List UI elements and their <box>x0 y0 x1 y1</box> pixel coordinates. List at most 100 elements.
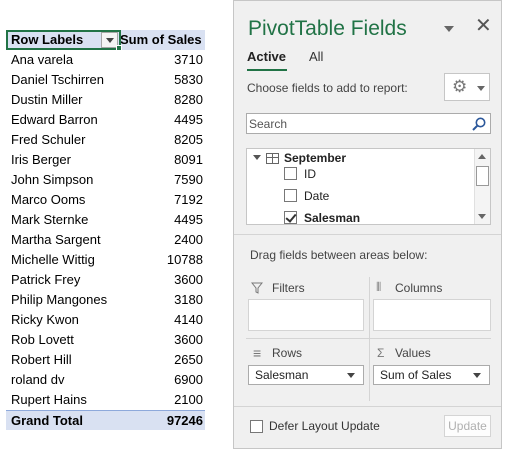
table-icon <box>266 153 279 164</box>
table-row[interactable]: Mark Sternke 4495 <box>6 210 205 230</box>
columns-drop-area[interactable] <box>373 299 491 331</box>
field-list: September ID Date Salesman <box>246 148 491 225</box>
footer-divider <box>234 406 501 407</box>
field-item-salesman[interactable]: Salesman <box>247 209 475 225</box>
sum-of-sales-cell: 4495 <box>174 112 203 127</box>
sum-of-sales-cell: 2100 <box>174 392 203 407</box>
defer-layout-checkbox[interactable] <box>250 420 263 433</box>
columns-area-title: Columns <box>395 281 443 295</box>
row-label-cell: Ana varela <box>11 52 74 67</box>
areas-vertical-divider <box>369 277 370 401</box>
field-item-id[interactable]: ID <box>247 165 475 183</box>
columns-icon: ⦀ <box>376 280 382 294</box>
field-checkbox-date[interactable] <box>284 189 297 202</box>
row-label-cell: Marco Ooms <box>11 192 86 207</box>
table-row[interactable]: John Simpson 7590 <box>6 170 205 190</box>
scroll-down-icon[interactable] <box>478 214 486 219</box>
sum-of-sales-cell: 8205 <box>174 132 203 147</box>
table-row[interactable]: Edward Barron 4495 <box>6 110 205 130</box>
table-row[interactable]: Rob Lovett 3600 <box>6 330 205 350</box>
table-row[interactable]: Michelle Wittig 10788 <box>6 250 205 270</box>
values-area-title: Values <box>395 346 431 360</box>
pane-options-arrow-icon[interactable] <box>444 26 454 32</box>
field-checkbox-id[interactable] <box>284 167 297 180</box>
choose-fields-label: Choose fields to add to report: <box>247 81 408 95</box>
table-row[interactable]: Dustin Miller 8280 <box>6 90 205 110</box>
table-row[interactable]: Philip Mangones 3180 <box>6 290 205 310</box>
values-field-label: Sum of Sales <box>380 368 452 382</box>
pivot-header-row: Row Labels Sum of Sales <box>6 30 205 51</box>
table-row[interactable]: Marco Ooms 7192 <box>6 190 205 210</box>
tools-button[interactable]: ⚙ <box>444 73 490 101</box>
tab-all[interactable]: All <box>309 49 323 64</box>
row-label-cell: roland dv <box>11 372 65 387</box>
chevron-down-icon[interactable] <box>347 373 355 378</box>
areas-horizontal-divider <box>246 338 491 339</box>
scroll-thumb[interactable] <box>476 166 489 186</box>
table-row[interactable]: Daniel Tschirren 5830 <box>6 70 205 90</box>
sum-of-sales-cell: 5830 <box>174 72 203 87</box>
pane-title: PivotTable Fields <box>248 17 407 40</box>
sum-of-sales-cell: 10788 <box>166 252 203 267</box>
defer-layout-label[interactable]: Defer Layout Update <box>269 419 380 433</box>
rows-icon: ≡ <box>253 345 262 361</box>
chevron-down-icon[interactable] <box>473 373 481 378</box>
row-label-cell: Edward Barron <box>11 112 98 127</box>
field-label-salesman: Salesman <box>304 211 361 225</box>
pivot-table: Row Labels Sum of Sales Ana varela 3710 Da… <box>6 30 205 430</box>
grand-total-value: 97246 <box>166 413 203 428</box>
sum-of-sales-header[interactable]: Sum of Sales <box>120 30 204 50</box>
sum-of-sales-cell: 7590 <box>174 172 203 187</box>
pane-splitter[interactable] <box>234 234 501 235</box>
row-label-cell: Mark Sternke <box>11 212 89 227</box>
search-box[interactable] <box>246 113 491 134</box>
sum-of-sales-cell: 4140 <box>174 312 203 327</box>
tab-active[interactable]: Active <box>247 49 286 64</box>
row-label-cell: Fred Schuler <box>11 132 86 147</box>
values-field-sum-of-sales[interactable]: Sum of Sales <box>373 365 490 385</box>
chevron-down-icon <box>477 86 485 91</box>
rows-field-label: Salesman <box>255 368 309 382</box>
row-label-cell: Rupert Hains <box>11 392 87 407</box>
row-label-cell: Patrick Frey <box>11 272 81 287</box>
table-row[interactable]: Iris Berger 8091 <box>6 150 205 170</box>
close-icon[interactable]: ✕ <box>475 16 492 36</box>
row-label-cell: Philip Mangones <box>11 292 108 307</box>
sum-of-sales-cell: 3600 <box>174 272 203 287</box>
row-label-cell: Daniel Tschirren <box>11 72 104 87</box>
active-cell-selection <box>6 30 121 50</box>
rows-field-salesman[interactable]: Salesman <box>248 365 364 385</box>
collapse-triangle-icon[interactable] <box>253 155 261 160</box>
row-label-cell: Dustin Miller <box>11 92 83 107</box>
table-row[interactable]: Ricky Kwon 4140 <box>6 310 205 330</box>
table-row[interactable]: Fred Schuler 8205 <box>6 130 205 150</box>
scroll-up-icon[interactable] <box>478 154 486 159</box>
search-icon[interactable] <box>471 116 487 132</box>
table-row[interactable]: Robert Hill 2650 <box>6 350 205 370</box>
grand-total-row[interactable]: Grand Total 97246 <box>6 410 205 430</box>
filters-drop-area[interactable] <box>248 299 364 331</box>
search-input[interactable] <box>249 115 467 132</box>
row-label-cell: Rob Lovett <box>11 332 74 347</box>
row-label-cell: Michelle Wittig <box>11 252 95 267</box>
sum-of-sales-cell: 2400 <box>174 232 203 247</box>
update-button[interactable]: Update <box>444 415 491 437</box>
filters-area-title: Filters <box>272 281 305 295</box>
table-row[interactable]: Martha Sargent 2400 <box>6 230 205 250</box>
sum-of-sales-cell: 4495 <box>174 212 203 227</box>
table-row[interactable]: roland dv 6900 <box>6 370 205 390</box>
row-label-cell: Iris Berger <box>11 152 71 167</box>
table-row[interactable]: Rupert Hains 2100 <box>6 390 205 410</box>
field-checkbox-salesman[interactable] <box>284 211 297 224</box>
sum-of-sales-cell: 3600 <box>174 332 203 347</box>
sum-of-sales-cell: 2650 <box>174 352 203 367</box>
sum-of-sales-cell: 6900 <box>174 372 203 387</box>
row-label-cell: Robert Hill <box>11 352 72 367</box>
table-row[interactable]: Patrick Frey 3600 <box>6 270 205 290</box>
row-label-cell: John Simpson <box>11 172 94 187</box>
field-item-date[interactable]: Date <box>247 187 475 205</box>
table-row[interactable]: Ana varela 3710 <box>6 50 205 70</box>
field-list-scrollbar[interactable] <box>474 149 490 224</box>
sum-of-sales-cell: 3180 <box>174 292 203 307</box>
field-label-id: ID <box>304 167 316 181</box>
